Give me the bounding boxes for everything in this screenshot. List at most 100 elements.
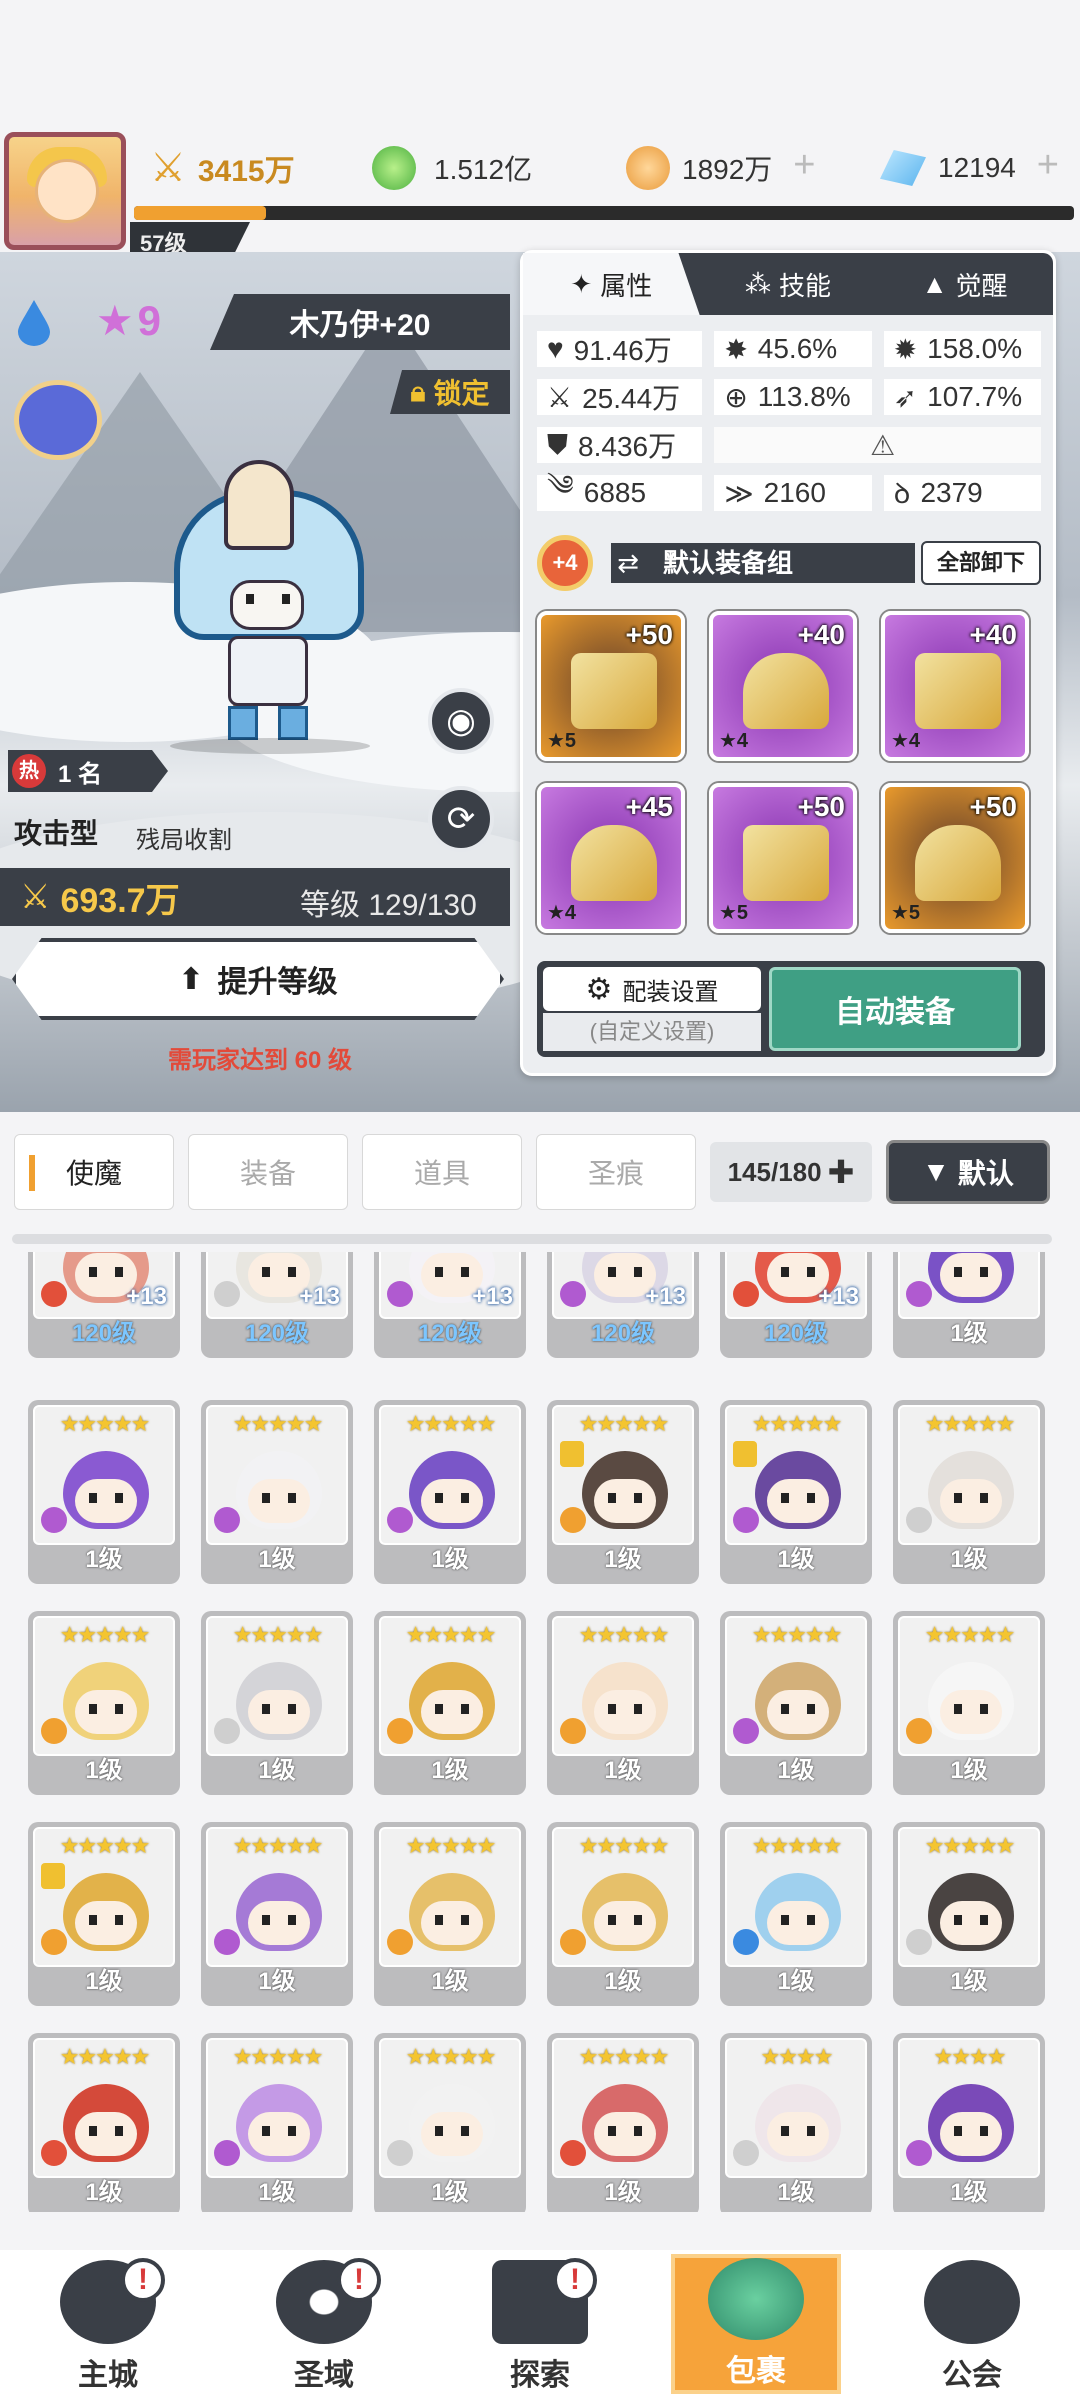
stat-defense-value: 8.436万	[578, 431, 677, 462]
familiar-card[interactable]: ★★★★★ 1级	[720, 1611, 872, 1795]
familiar-card[interactable]: ★★★★★ 1级	[374, 1400, 526, 1584]
panel-tabs: ✦ 属性 ⁂ 技能 ▲ 觉醒	[523, 253, 1053, 315]
familiar-card[interactable]: ★★★★★ 1级	[201, 1611, 353, 1795]
familiar-card[interactable]: ★★★★★ 1级	[374, 1611, 526, 1795]
familiar-card[interactable]: +13 120级	[28, 1252, 180, 1358]
equipment-set-name[interactable]: 默认装备组	[645, 543, 915, 583]
view-skin-button[interactable]: ◉	[428, 688, 494, 754]
familiar-eyes	[608, 2126, 642, 2136]
gear-slot-2[interactable]: +40 ★4	[709, 611, 857, 761]
familiar-card[interactable]: +13 120级	[547, 1252, 699, 1358]
familiar-card[interactable]: ★★★★ 1级	[893, 2033, 1045, 2212]
crystal-counter: 12194 +	[880, 128, 1068, 208]
gold-coin-counter: 1892万 +	[626, 128, 824, 208]
familiar-card[interactable]: ★★★★★ 1级	[201, 2033, 353, 2212]
element-icon	[41, 1281, 67, 1307]
water-element-icon	[14, 298, 54, 346]
familiar-card[interactable]: 1级	[893, 1252, 1045, 1358]
hero-detail-panel: ✦ 属性 ⁂ 技能 ▲ 觉醒 ♥ 91.46万 ✸ 45.6% ✹ 158.0% ⚔ 25.4…	[520, 250, 1056, 1076]
familiar-card[interactable]: ★★★★★ 1级	[201, 1822, 353, 2006]
familiar-card[interactable]: ★★★★★ 1级	[28, 2033, 180, 2212]
familiar-level: 120级	[71, 1320, 137, 1347]
gear-slot-3[interactable]: +40 ★4	[881, 611, 1029, 761]
familiar-card[interactable]: ★★★★★ 1级	[547, 2033, 699, 2212]
target-icon: ⊕	[724, 381, 748, 413]
familiar-card[interactable]: ★★★★★ 1级	[720, 1822, 872, 2006]
familiar-card[interactable]: ★★★★★ 1级	[28, 1822, 180, 2006]
star-rating: ★★★★★	[578, 1622, 670, 1647]
tab-awaken[interactable]: ▲ 觉醒	[876, 253, 1053, 315]
gear-slot-6[interactable]: +50 ★5	[881, 783, 1029, 933]
familiar-card[interactable]: ★★★★ 1级	[720, 2033, 872, 2212]
familiar-portrait: +13	[552, 1252, 694, 1319]
familiar-eyes	[781, 2126, 815, 2136]
familiar-card[interactable]: ★★★★★ 1级	[201, 1400, 353, 1584]
familiar-eyes	[89, 2126, 123, 2136]
familiar-card[interactable]: ★★★★★ 1级	[374, 1822, 526, 2006]
nav-sanctuary[interactable]: 圣域!	[239, 2254, 409, 2394]
unequip-all-button[interactable]: 全部卸下	[921, 541, 1041, 585]
lock-button[interactable]: 🔒︎ 锁定	[390, 370, 510, 414]
inventory-capacity[interactable]: 145/180 ✚	[710, 1142, 872, 1202]
familiar-eyes	[435, 1493, 469, 1503]
gear-slot-4[interactable]: +45 ★4	[537, 783, 685, 933]
star-rating: ★★★★★	[924, 1622, 1016, 1647]
familiar-card[interactable]: ★★★★★ 1级	[374, 2033, 526, 2212]
familiar-card[interactable]: ★★★★★ 1级	[547, 1611, 699, 1795]
refine-bonus-badge[interactable]: +4	[537, 535, 593, 591]
familiar-portrait: ★★★★	[725, 2038, 867, 2178]
familiar-card[interactable]: ★★★★★ 1级	[547, 1822, 699, 2006]
gear-slot-5[interactable]: +50 ★5	[709, 783, 857, 933]
hero-star-level: ★ 9	[96, 296, 161, 345]
familiar-level: 1级	[777, 1968, 815, 1995]
familiar-card[interactable]: ★★★★★ 1级	[720, 1400, 872, 1584]
familiar-card[interactable]: ★★★★★ 1级	[28, 1611, 180, 1795]
hero-character[interactable]	[150, 460, 390, 754]
upgrade-label: 提升等级	[217, 966, 338, 999]
familiar-card[interactable]: ★★★★★ 1级	[893, 1400, 1045, 1584]
familiar-card[interactable]: ★★★★★ 1级	[28, 1400, 180, 1584]
familiar-eyes	[262, 2126, 296, 2136]
tab-items[interactable]: 道具	[362, 1134, 522, 1210]
familiar-level: 1级	[258, 1757, 296, 1784]
familiar-card[interactable]: ★★★★★ 1级	[547, 1400, 699, 1584]
nav-main-city[interactable]: 主城!	[23, 2254, 193, 2394]
familiar-card[interactable]: ★★★★★ 1级	[893, 1822, 1045, 2006]
swirl-icon: ༄	[547, 469, 574, 501]
familiar-card[interactable]: +13 120级	[720, 1252, 872, 1358]
gear-slot-1[interactable]: +50 ★5	[537, 611, 685, 761]
tab-equipment[interactable]: 装备	[188, 1134, 348, 1210]
familiar-card[interactable]: +13 120级	[374, 1252, 526, 1358]
familiar-card[interactable]: +13 120级	[201, 1252, 353, 1358]
tab-stigmata[interactable]: 圣痕	[536, 1134, 696, 1210]
class-emblem-icon[interactable]	[14, 380, 102, 460]
attribute-icon: ✦	[570, 268, 593, 299]
nav-explore[interactable]: 探索!	[455, 2254, 625, 2394]
player-avatar[interactable]	[4, 132, 126, 250]
sort-dropdown[interactable]: ▼ 默认	[886, 1140, 1050, 1204]
upgrade-level-button[interactable]: ⬆ 提升等级	[12, 938, 504, 1020]
add-crystal-button[interactable]: +	[1028, 146, 1068, 188]
switch-set-button[interactable]: ⇄	[611, 543, 645, 583]
familiar-eyes	[781, 1493, 815, 1503]
nav-guild[interactable]: 公会	[887, 2254, 1057, 2394]
familiar-eyes	[435, 1915, 469, 1925]
element-icon	[560, 1718, 586, 1744]
gear-enhance-level: +50	[625, 619, 674, 650]
familiar-portrait: ★★★★★	[725, 1616, 867, 1756]
crystal-icon	[880, 150, 926, 186]
rotate-view-button[interactable]: ⟳	[428, 786, 494, 852]
familiar-portrait: ★★★★★	[379, 1827, 521, 1967]
equipment-set-bar: +4 ⇄ 默认装备组 全部卸下	[531, 533, 1049, 595]
nav-bag[interactable]: 包裹	[671, 2254, 841, 2394]
tab-attributes[interactable]: ✦ 属性	[523, 253, 700, 315]
tab-familiars[interactable]: 使魔	[14, 1134, 174, 1210]
familiar-level: 1级	[950, 2179, 988, 2206]
familiar-level: 1级	[85, 1546, 123, 1573]
auto-equip-button[interactable]: 自动装备	[769, 967, 1021, 1051]
tab-skills[interactable]: ⁂ 技能	[700, 253, 877, 315]
add-gold-button[interactable]: +	[784, 146, 824, 188]
familiar-card[interactable]: ★★★★★ 1级	[893, 1611, 1045, 1795]
loadout-config-button[interactable]: ⚙ 配装设置	[543, 967, 761, 1011]
hero-rank[interactable]: 热 1 名	[8, 750, 168, 792]
